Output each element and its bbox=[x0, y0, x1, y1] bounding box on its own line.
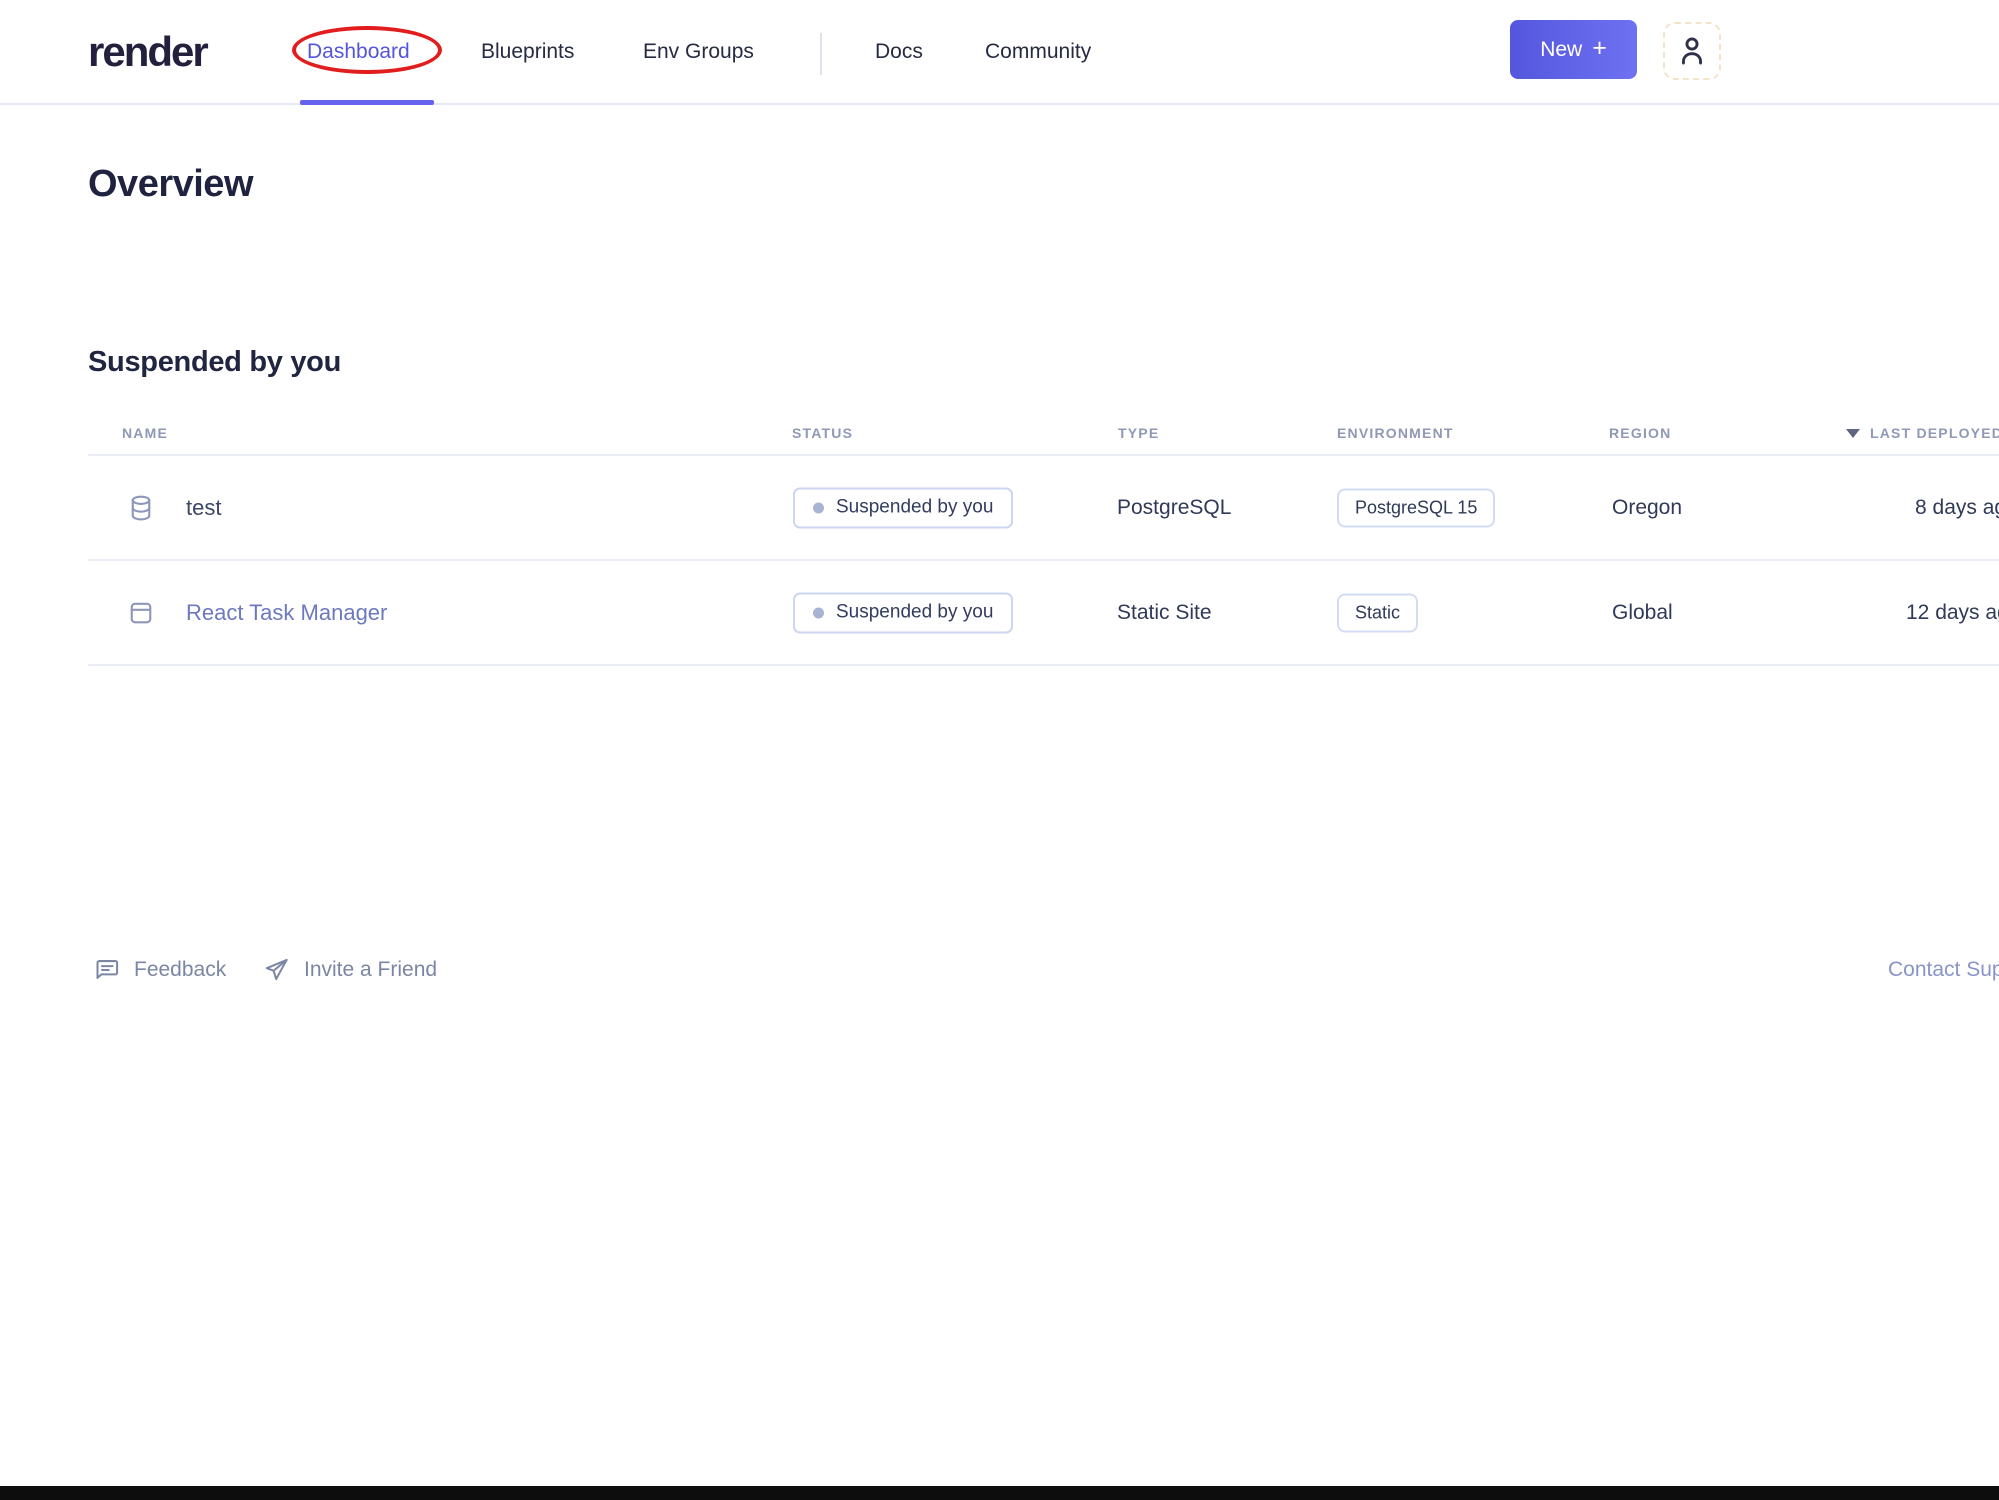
new-button[interactable]: New + bbox=[1510, 20, 1637, 79]
type-cell: PostgreSQL bbox=[1117, 495, 1232, 519]
column-header-status[interactable]: STATUS bbox=[792, 425, 853, 441]
database-icon bbox=[131, 495, 151, 520]
plus-icon: + bbox=[1592, 34, 1607, 62]
contact-support-link[interactable]: Contact Support bbox=[1888, 958, 1999, 982]
invite-a-friend-link[interactable]: Invite a Friend bbox=[263, 956, 437, 983]
table-row[interactable]: test Suspended by you PostgreSQL Postgre… bbox=[88, 456, 1999, 561]
nav-dashboard[interactable]: Dashboard bbox=[307, 40, 410, 64]
environment-badge: Static bbox=[1337, 593, 1419, 632]
feedback-link[interactable]: Feedback bbox=[93, 956, 226, 983]
active-tab-indicator bbox=[300, 100, 434, 105]
page-title: Overview bbox=[88, 163, 254, 205]
service-name[interactable]: test bbox=[186, 495, 221, 521]
environment-cell: PostgreSQL 15 bbox=[1337, 488, 1496, 527]
bottom-black-bar bbox=[0, 1486, 1999, 1500]
table-row[interactable]: React Task Manager Suspended by you Stat… bbox=[88, 561, 1999, 666]
column-header-type[interactable]: TYPE bbox=[1118, 425, 1159, 441]
column-header-name[interactable]: NAME bbox=[122, 425, 168, 441]
nav-blueprints[interactable]: Blueprints bbox=[481, 40, 574, 64]
environment-badge: PostgreSQL 15 bbox=[1337, 488, 1496, 527]
status-badge: Suspended by you bbox=[793, 592, 1014, 633]
type-cell: Static Site bbox=[1117, 600, 1212, 624]
last-deploy-cell: 8 days ago bbox=[1915, 495, 1999, 519]
render-logo[interactable]: render bbox=[88, 28, 209, 76]
nav-docs[interactable]: Docs bbox=[875, 40, 923, 64]
user-icon bbox=[1682, 37, 1702, 65]
service-name-cell[interactable]: React Task Manager bbox=[126, 598, 387, 628]
table-header-row: NAME STATUS TYPE ENVIRONMENT REGION LAST… bbox=[88, 412, 1999, 456]
region-cell: Global bbox=[1612, 600, 1673, 624]
nav-community[interactable]: Community bbox=[985, 40, 1091, 64]
browser-icon bbox=[130, 602, 152, 623]
last-deploy-cell: 12 days ago bbox=[1906, 600, 1999, 624]
status-dot-icon bbox=[813, 502, 824, 513]
column-header-environment[interactable]: ENVIRONMENT bbox=[1337, 425, 1454, 441]
top-navbar: render Dashboard Blueprints Env Groups D… bbox=[0, 0, 1999, 105]
nav-divider bbox=[820, 33, 822, 75]
service-name-cell[interactable]: test bbox=[126, 493, 221, 523]
status-cell: Suspended by you bbox=[793, 592, 1014, 633]
invite-label: Invite a Friend bbox=[304, 957, 438, 981]
region-cell: Oregon bbox=[1612, 495, 1683, 519]
feedback-bubble-icon bbox=[96, 960, 119, 979]
sort-descending-icon bbox=[1846, 428, 1860, 438]
nav-env-groups[interactable]: Env Groups bbox=[643, 40, 754, 64]
section-title: Suspended by you bbox=[88, 346, 342, 378]
account-menu-button[interactable] bbox=[1663, 22, 1721, 80]
status-dot-icon bbox=[813, 607, 824, 618]
render-dashboard-page: render Dashboard Blueprints Env Groups D… bbox=[0, 0, 1999, 1500]
feedback-label: Feedback bbox=[134, 957, 227, 981]
services-table: NAME STATUS TYPE ENVIRONMENT REGION LAST… bbox=[0, 412, 1999, 666]
paper-plane-icon bbox=[265, 958, 288, 981]
environment-cell: Static bbox=[1337, 593, 1419, 632]
column-header-region[interactable]: REGION bbox=[1609, 425, 1671, 441]
column-header-last-deployed[interactable]: LAST DEPLOYED bbox=[1846, 425, 1999, 441]
service-name[interactable]: React Task Manager bbox=[186, 600, 387, 626]
new-button-label: New bbox=[1540, 37, 1583, 61]
status-cell: Suspended by you bbox=[793, 487, 1014, 528]
status-badge: Suspended by you bbox=[793, 487, 1014, 528]
